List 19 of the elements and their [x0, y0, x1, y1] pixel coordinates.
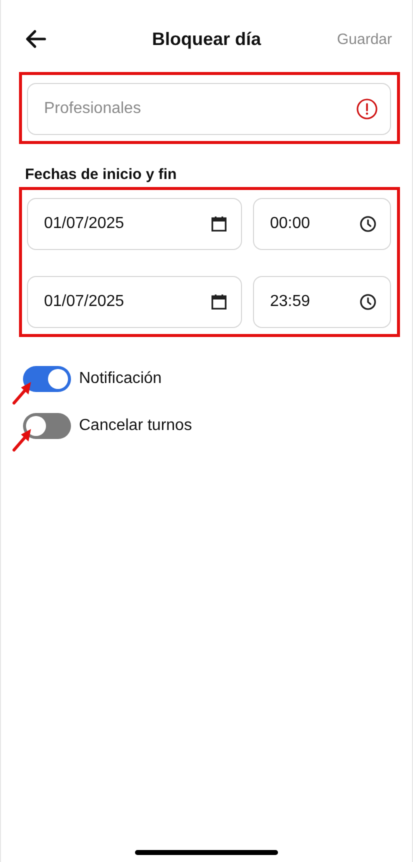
clock-icon	[358, 214, 378, 234]
clock-icon	[358, 292, 378, 312]
toggle-switch[interactable]	[23, 412, 71, 438]
calendar-icon	[209, 292, 229, 312]
date-value: 01/07/2025	[44, 215, 126, 233]
toggle-label: Cancelar turnos	[79, 416, 192, 434]
calendar-icon	[209, 214, 229, 234]
toggle-switch[interactable]	[23, 366, 71, 392]
toggle-label: Notificación	[79, 370, 162, 388]
time-value: 23:59	[270, 293, 312, 311]
time-value: 00:00	[270, 215, 312, 233]
screen-title: Bloquear día	[152, 28, 262, 50]
time-field[interactable]: 00:00	[253, 198, 391, 250]
date-value: 01/07/2025	[44, 293, 126, 311]
date-field[interactable]: 01/07/2025	[27, 198, 242, 250]
time-field[interactable]: 23:59	[253, 276, 391, 328]
section-label: Fechas de inicio y fin	[25, 166, 178, 183]
date-field[interactable]: 01/07/2025	[27, 276, 242, 328]
select-field[interactable]: Profesionales	[27, 83, 391, 135]
